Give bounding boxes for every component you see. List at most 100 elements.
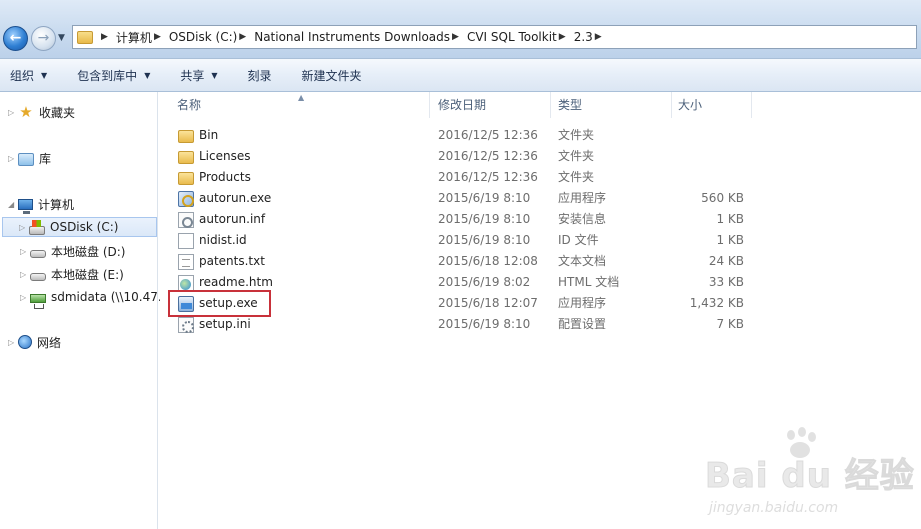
chevron-right-icon[interactable]: ▶ xyxy=(101,32,108,42)
file-date: 2015/6/19 8:10 xyxy=(438,191,531,205)
table-row[interactable]: Bin 2016/12/5 12:36 文件夹 xyxy=(173,125,913,146)
collapse-arrow-icon[interactable]: ◢ xyxy=(8,200,18,209)
column-header-name[interactable]: ▲ 名称 xyxy=(160,92,430,118)
file-name: autorun.exe xyxy=(199,191,272,205)
nav-item-favorites[interactable]: ▷ ★ 收藏夹 xyxy=(8,102,75,122)
nav-item-drive-e[interactable]: ▷ 本地磁盘 (E:) xyxy=(20,264,124,284)
back-button[interactable]: ← xyxy=(3,26,28,51)
include-in-library-button[interactable]: 包含到库中 ▼ xyxy=(77,67,150,84)
file-size: 560 KB xyxy=(701,191,744,205)
expand-arrow-icon[interactable]: ▷ xyxy=(8,338,18,347)
folder-icon xyxy=(178,130,194,143)
chevron-right-icon[interactable]: ▶ xyxy=(595,32,602,42)
table-row[interactable]: autorun.exe 2015/6/19 8:10 应用程序 560 KB xyxy=(173,188,913,209)
nav-item-osdisk[interactable]: ▷ OSDisk (C:) xyxy=(2,217,157,237)
nav-label: OSDisk (C:) xyxy=(50,220,119,234)
nav-item-computer[interactable]: ◢ 计算机 xyxy=(8,194,74,214)
inf-icon xyxy=(178,211,194,228)
breadcrumb-osdisk[interactable]: OSDisk (C:) xyxy=(169,30,237,44)
document-icon xyxy=(178,232,194,249)
file-name: Products xyxy=(199,170,251,184)
breadcrumb-computer[interactable]: 计算机 xyxy=(116,29,152,46)
hard-drive-icon xyxy=(30,249,46,258)
network-drive-icon xyxy=(30,293,46,309)
file-name: Bin xyxy=(199,128,219,142)
nav-item-libraries[interactable]: ▷ 库 xyxy=(8,148,51,168)
ini-file-icon xyxy=(178,316,194,333)
file-name: nidist.id xyxy=(199,233,247,247)
nav-label: 计算机 xyxy=(38,197,75,212)
file-date: 2015/6/19 8:02 xyxy=(438,275,531,289)
new-folder-button[interactable]: 新建文件夹 xyxy=(302,67,362,84)
column-label: 大小 xyxy=(678,98,703,112)
chevron-right-icon[interactable]: ▶ xyxy=(239,32,246,42)
recent-pages-dropdown[interactable]: ▼ xyxy=(58,33,68,43)
column-header-date[interactable]: 修改日期 xyxy=(430,92,551,118)
library-icon xyxy=(18,152,34,166)
table-row-setup-exe[interactable]: setup.exe 2015/6/18 12:07 应用程序 1,432 KB xyxy=(173,293,913,314)
command-toolbar: 组织 ▼ 包含到库中 ▼ 共享 ▼ 刻录 新建文件夹 xyxy=(0,58,921,92)
breadcrumb-ni-downloads[interactable]: National Instruments Downloads xyxy=(254,30,450,44)
file-date: 2015/6/19 8:10 xyxy=(438,317,531,331)
file-size: 7 KB xyxy=(716,317,744,331)
file-date: 2015/6/19 8:10 xyxy=(438,233,531,247)
file-type: 应用程序 xyxy=(558,191,607,205)
column-label: 修改日期 xyxy=(438,98,487,112)
nav-item-network-drive[interactable]: ▷ sdmidata (\\10.47. xyxy=(20,287,162,309)
column-header-size[interactable]: 大小 xyxy=(672,92,752,118)
file-date: 2015/6/18 12:08 xyxy=(438,254,538,268)
nav-item-drive-d[interactable]: ▷ 本地磁盘 (D:) xyxy=(20,241,125,261)
expand-arrow-icon[interactable]: ▷ xyxy=(20,270,30,279)
file-type: 文本文档 xyxy=(558,254,607,268)
chevron-right-icon[interactable]: ▶ xyxy=(559,32,566,42)
nav-label: 收藏夹 xyxy=(39,105,76,120)
table-row[interactable]: autorun.inf 2015/6/19 8:10 安装信息 1 KB xyxy=(173,209,913,230)
chevron-down-icon: ▼ xyxy=(41,70,48,80)
nav-label: 本地磁盘 (E:) xyxy=(51,267,124,282)
chevron-right-icon[interactable]: ▶ xyxy=(452,32,459,42)
table-row[interactable]: patents.txt 2015/6/18 12:08 文本文档 24 KB xyxy=(173,251,913,272)
table-row[interactable]: setup.ini 2015/6/19 8:10 配置设置 7 KB xyxy=(173,314,913,335)
file-name: setup.exe xyxy=(199,296,258,310)
breadcrumb-cvi-sql-toolkit[interactable]: CVI SQL Toolkit xyxy=(467,30,557,44)
chevron-right-icon[interactable]: ▶ xyxy=(154,32,161,42)
folder-icon xyxy=(178,151,194,164)
expand-arrow-icon[interactable]: ▷ xyxy=(20,293,30,302)
expand-arrow-icon[interactable]: ▷ xyxy=(8,154,18,163)
file-size: 1,432 KB xyxy=(689,296,744,310)
share-button[interactable]: 共享 ▼ xyxy=(180,67,217,84)
arrow-right-icon: → xyxy=(37,30,50,46)
file-type: 应用程序 xyxy=(558,296,607,310)
windows-drive-icon xyxy=(29,219,45,235)
burn-button[interactable]: 刻录 xyxy=(248,67,272,84)
nav-label: sdmidata (\\10.47. xyxy=(51,290,162,304)
expand-arrow-icon[interactable]: ▷ xyxy=(19,223,29,232)
expand-arrow-icon[interactable]: ▷ xyxy=(20,247,30,256)
column-header-type[interactable]: 类型 xyxy=(551,92,672,118)
file-type: ID 文件 xyxy=(558,233,599,247)
expand-arrow-icon[interactable]: ▷ xyxy=(8,108,18,117)
chevron-down-icon: ▼ xyxy=(211,70,218,80)
file-type: 文件夹 xyxy=(558,170,595,184)
address-bar-region: ← → ▼ ▶ 计算机 ▶ OSDisk (C:) ▶ National Ins… xyxy=(0,0,921,58)
column-label: 名称 xyxy=(177,98,202,112)
table-row[interactable]: readme.htm 2015/6/19 8:02 HTML 文档 33 KB xyxy=(173,272,913,293)
file-date: 2016/12/5 12:36 xyxy=(438,170,538,184)
html-file-icon xyxy=(178,274,194,291)
file-name: autorun.inf xyxy=(199,212,266,226)
file-size: 24 KB xyxy=(708,254,744,268)
folder-icon xyxy=(77,30,93,44)
address-input[interactable]: ▶ 计算机 ▶ OSDisk (C:) ▶ National Instrumen… xyxy=(72,25,917,49)
table-row[interactable]: nidist.id 2015/6/19 8:10 ID 文件 1 KB xyxy=(173,230,913,251)
nav-item-network[interactable]: ▷ 网络 xyxy=(8,332,61,352)
breadcrumb-version[interactable]: 2.3 xyxy=(574,30,593,44)
forward-button[interactable]: → xyxy=(31,26,56,51)
file-date: 2015/6/19 8:10 xyxy=(438,212,531,226)
table-row[interactable]: Licenses 2016/12/5 12:36 文件夹 xyxy=(173,146,913,167)
file-date: 2016/12/5 12:36 xyxy=(438,128,538,142)
star-icon: ★ xyxy=(19,103,33,121)
file-name: Licenses xyxy=(199,149,251,163)
file-list: ▲ 名称 修改日期 类型 大小 Bin 2016/12/5 12:36 文件夹 … xyxy=(160,92,921,529)
organize-button[interactable]: 组织 ▼ xyxy=(10,67,47,84)
table-row[interactable]: Products 2016/12/5 12:36 文件夹 xyxy=(173,167,913,188)
